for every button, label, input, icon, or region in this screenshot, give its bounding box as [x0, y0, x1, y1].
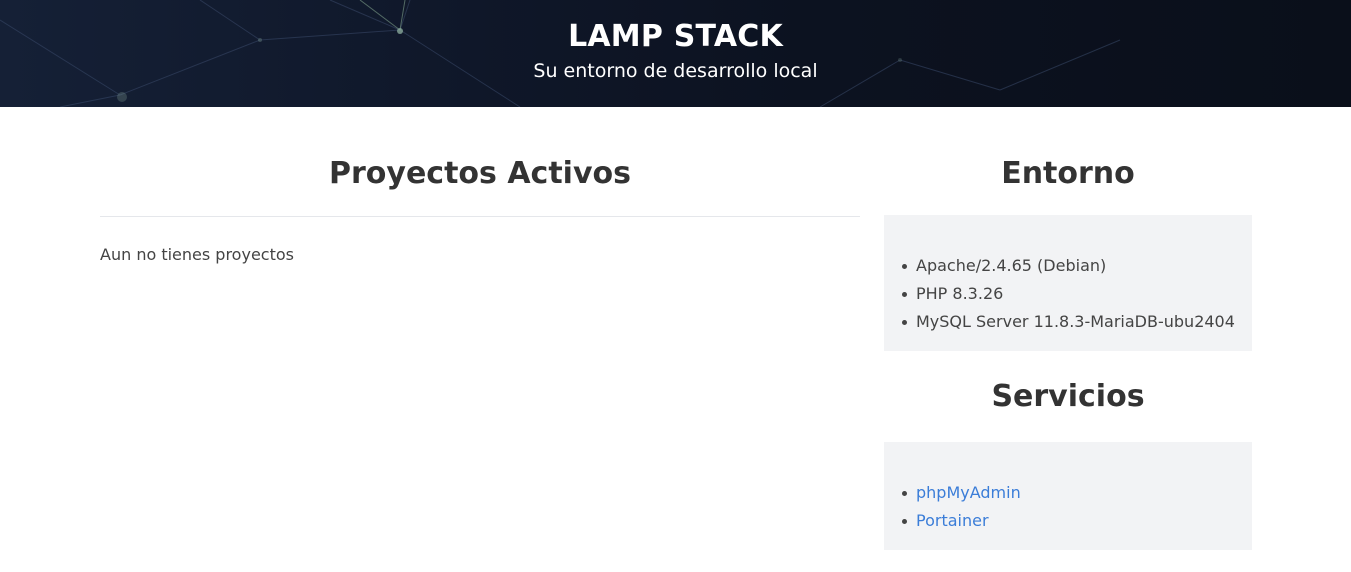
site-subtitle: Su entorno de desarrollo local — [533, 60, 818, 82]
phpmyadmin-link[interactable]: phpMyAdmin — [916, 483, 1021, 502]
bullet-icon — [902, 519, 907, 524]
service-item: phpMyAdmin — [902, 479, 1252, 507]
site-title: LAMP STACK — [568, 19, 783, 54]
projects-section: Proyectos Activos Aun no tienes proyecto… — [100, 107, 860, 266]
services-panel: phpMyAdmin Portainer — [884, 442, 1252, 550]
bullet-icon — [902, 292, 907, 297]
sidebar: Entorno Apache/2.4.65 (Debian) PHP 8.3.2… — [884, 107, 1252, 550]
hero-banner: LAMP STACK Su entorno de desarrollo loca… — [0, 0, 1351, 107]
projects-heading: Proyectos Activos — [329, 156, 631, 191]
environment-item-label: Apache/2.4.65 (Debian) — [916, 256, 1107, 275]
services-list: phpMyAdmin Portainer — [884, 479, 1252, 535]
environment-item-label: PHP 8.3.26 — [916, 284, 1004, 303]
environment-list: Apache/2.4.65 (Debian) PHP 8.3.26 MySQL … — [884, 252, 1252, 336]
environment-item: PHP 8.3.26 — [902, 280, 1252, 308]
portainer-link[interactable]: Portainer — [916, 511, 989, 530]
bullet-icon — [902, 264, 907, 269]
projects-empty-message: Aun no tienes proyectos — [100, 245, 294, 264]
environment-heading: Entorno — [1001, 156, 1135, 191]
service-item: Portainer — [902, 507, 1252, 535]
services-heading: Servicios — [991, 379, 1145, 414]
projects-divider — [100, 216, 860, 217]
environment-item-label: MySQL Server 11.8.3-MariaDB-ubu2404 — [916, 312, 1235, 331]
environment-panel: Apache/2.4.65 (Debian) PHP 8.3.26 MySQL … — [884, 215, 1252, 351]
bullet-icon — [902, 491, 907, 496]
environment-item: Apache/2.4.65 (Debian) — [902, 252, 1252, 280]
bullet-icon — [902, 320, 907, 325]
environment-item: MySQL Server 11.8.3-MariaDB-ubu2404 — [902, 308, 1252, 336]
